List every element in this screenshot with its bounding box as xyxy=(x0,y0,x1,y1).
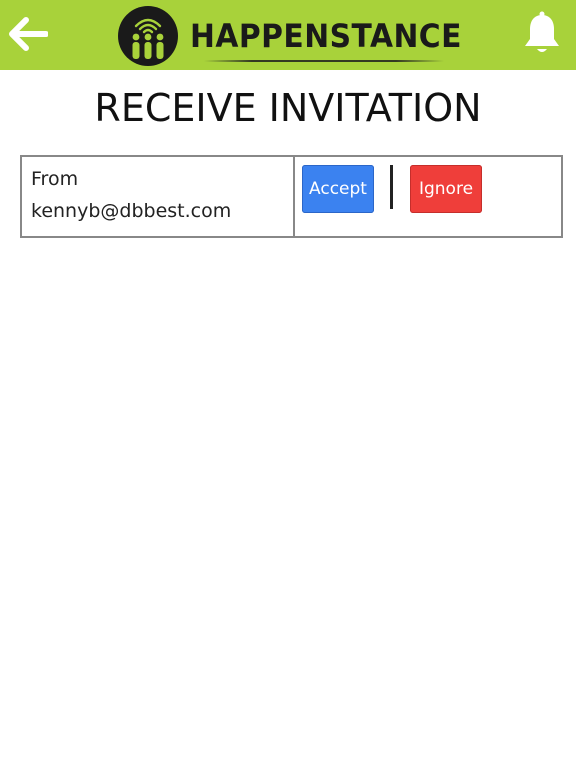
bell-icon xyxy=(525,11,559,52)
invitation-row: From kennyb@dbbest.com Accept Ignore xyxy=(20,155,563,238)
action-separator xyxy=(390,165,393,209)
accept-button[interactable]: Accept xyxy=(302,165,374,213)
logo-mark-icon xyxy=(118,6,178,66)
notifications-button[interactable] xyxy=(518,9,566,57)
arrow-left-icon xyxy=(9,17,49,51)
brand-logo: HAPPENSTANCE xyxy=(116,4,461,68)
sender-cell: From kennyb@dbbest.com xyxy=(22,157,295,236)
app-header: HAPPENSTANCE xyxy=(0,0,576,70)
from-label: From xyxy=(31,168,79,190)
sender-email: kennyb@dbbest.com xyxy=(31,200,232,222)
brand-name: HAPPENSTANCE xyxy=(190,17,462,55)
back-button[interactable] xyxy=(6,14,49,54)
page-title: RECEIVE INVITATION xyxy=(94,86,482,130)
ignore-button[interactable]: Ignore xyxy=(410,165,482,213)
actions-cell: Accept Ignore xyxy=(295,157,561,236)
brand-underline xyxy=(204,60,444,62)
